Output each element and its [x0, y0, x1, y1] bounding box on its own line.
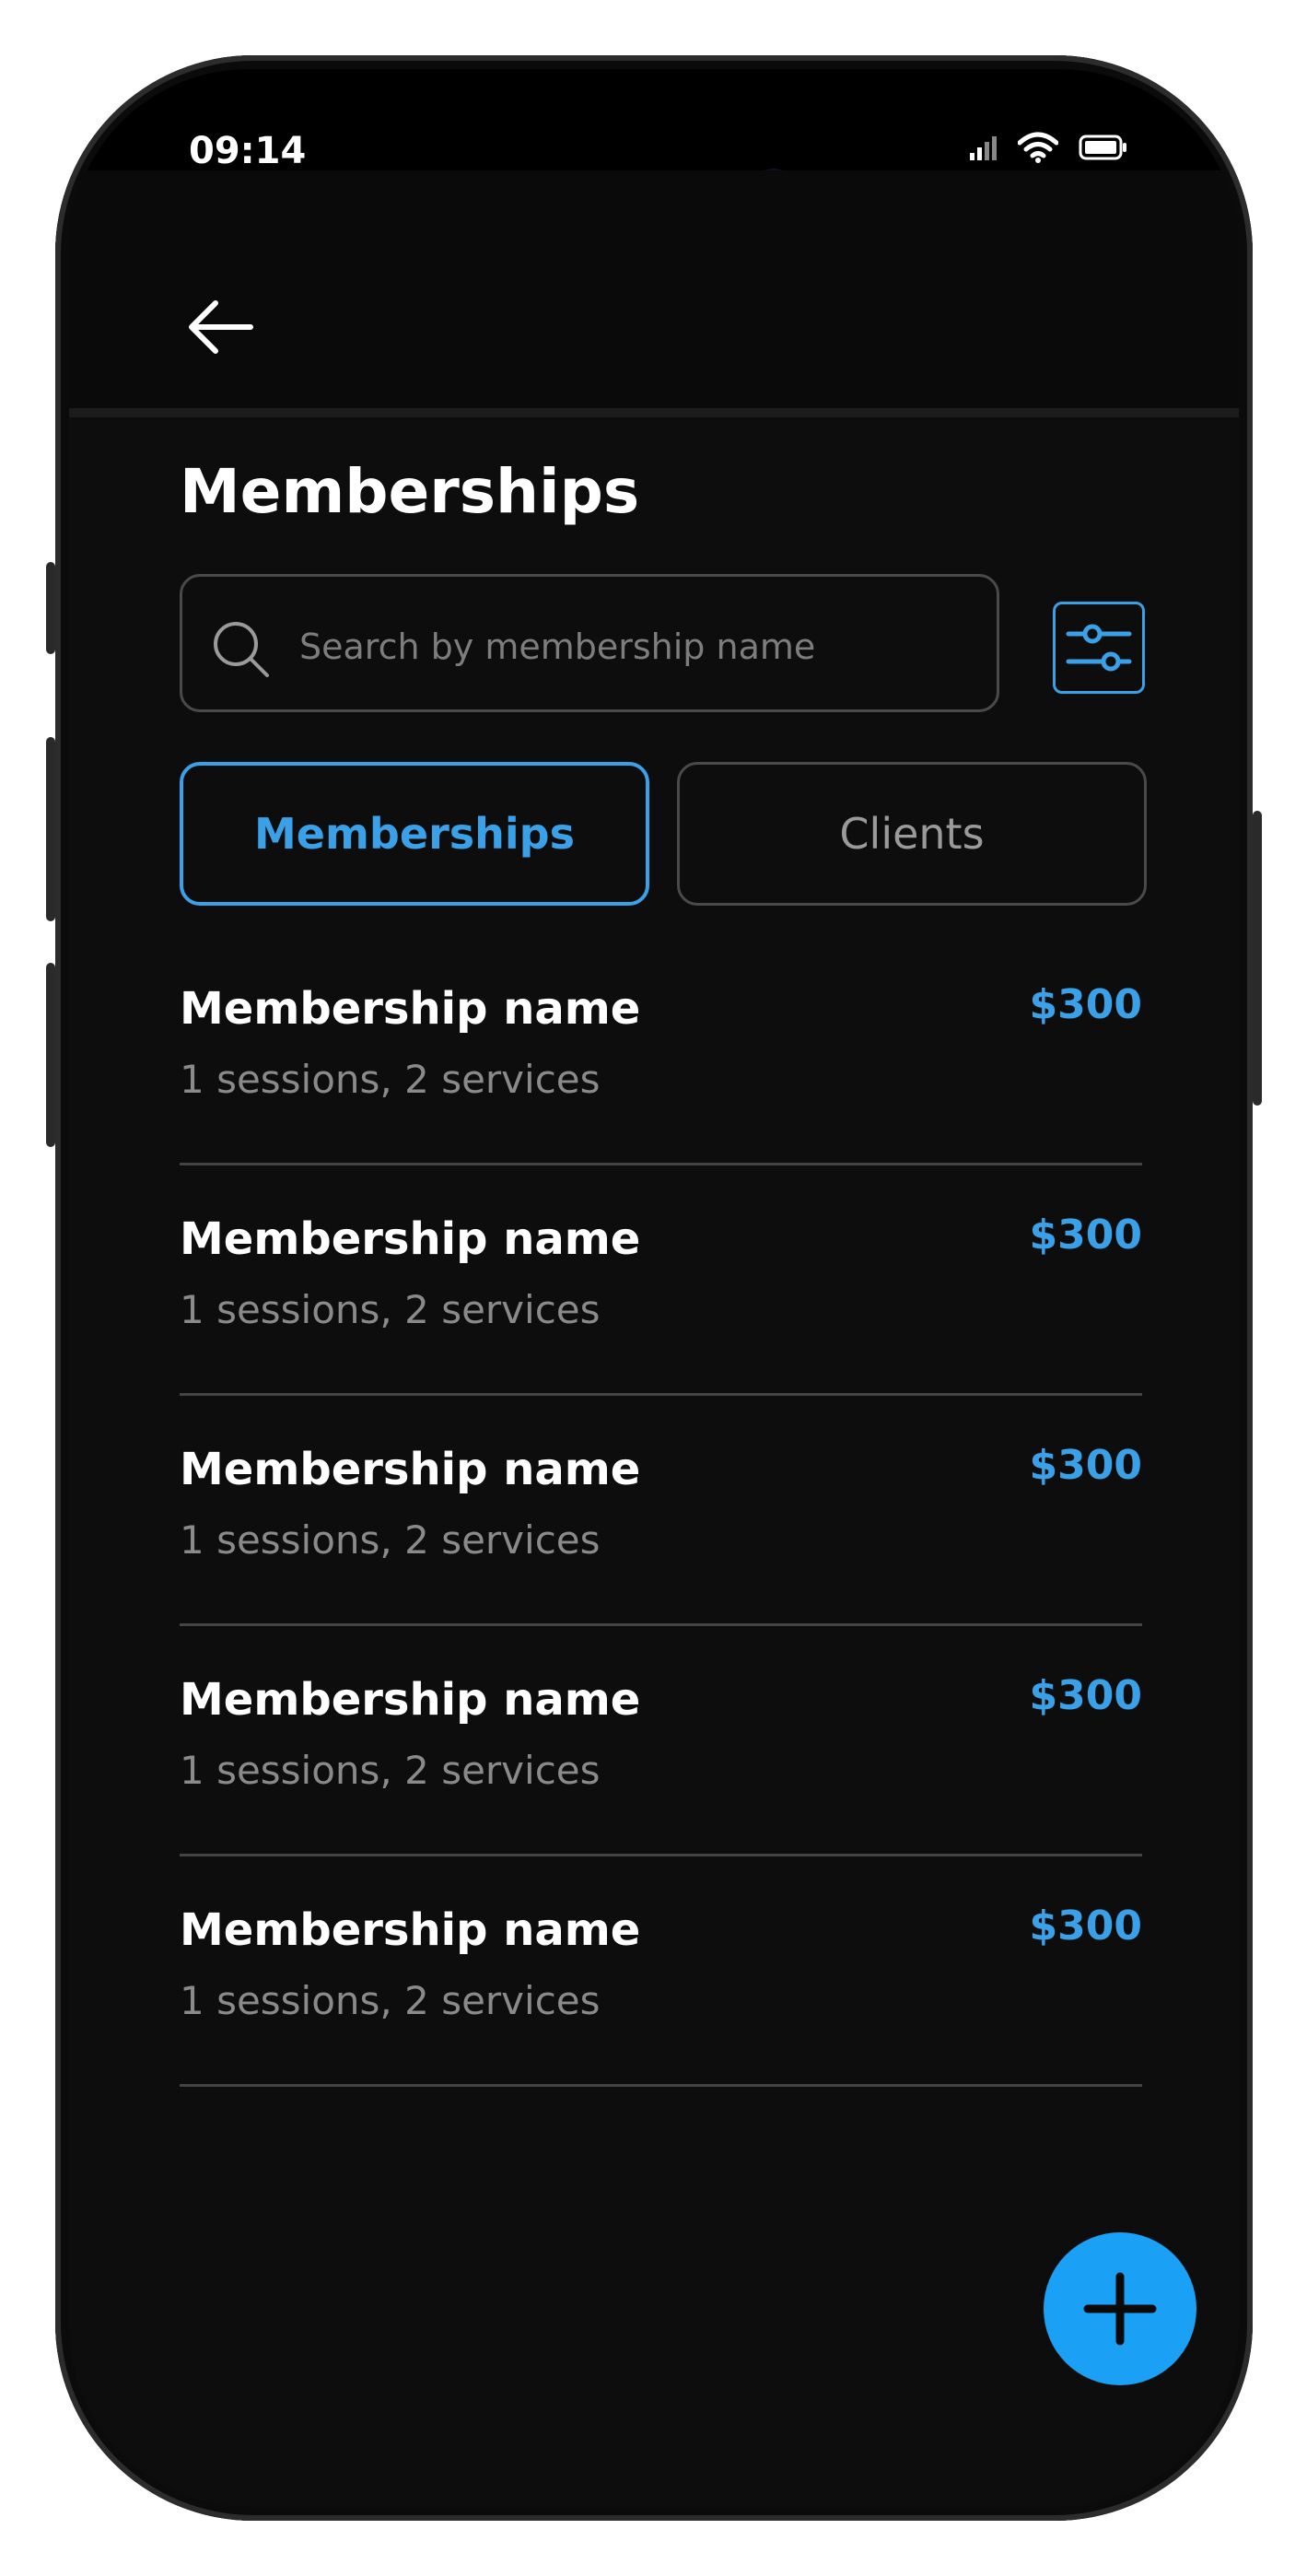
plus-icon	[1083, 2272, 1157, 2346]
membership-name: Membership name	[180, 1904, 641, 1956]
arrow-left-icon[interactable]	[184, 290, 258, 364]
tab-memberships[interactable]: Memberships	[180, 762, 649, 906]
membership-name: Membership name	[180, 1444, 641, 1495]
status-time: 09:14	[189, 130, 307, 172]
tab-memberships-label: Memberships	[254, 809, 575, 859]
action-button	[46, 562, 55, 654]
list-item[interactable]: Membership name 1 sessions, 2 services $…	[180, 1626, 1142, 1856]
membership-name: Membership name	[180, 1213, 641, 1265]
membership-name: Membership name	[180, 983, 641, 1035]
membership-list: Membership name 1 sessions, 2 services $…	[180, 935, 1142, 2087]
power-button	[1253, 811, 1262, 1106]
search-box[interactable]	[180, 574, 999, 712]
list-item[interactable]: Membership name 1 sessions, 2 services $…	[180, 1165, 1142, 1396]
membership-details: 1 sessions, 2 services	[180, 1978, 601, 2023]
membership-price: $300	[1029, 1442, 1142, 1489]
search-input[interactable]	[298, 614, 964, 680]
membership-price: $300	[1029, 1672, 1142, 1719]
list-item[interactable]: Membership name 1 sessions, 2 services $…	[180, 1856, 1142, 2087]
volume-up-button	[46, 737, 55, 921]
page-title: Memberships	[180, 456, 640, 527]
top-app-bar	[69, 170, 1239, 417]
list-item[interactable]: Membership name 1 sessions, 2 services $…	[180, 935, 1142, 1165]
membership-details: 1 sessions, 2 services	[180, 1287, 601, 1332]
membership-name: Membership name	[180, 1674, 641, 1726]
wifi-icon	[1018, 132, 1058, 163]
filter-button[interactable]	[1053, 602, 1145, 694]
membership-price: $300	[1029, 1903, 1142, 1950]
membership-details: 1 sessions, 2 services	[180, 1057, 601, 1102]
screen: 09:14 Memberships Search by membership n…	[69, 69, 1239, 2507]
membership-price: $300	[1029, 1212, 1142, 1259]
battery-icon	[1079, 135, 1126, 160]
add-membership-button[interactable]	[1044, 2232, 1196, 2385]
signal-icon	[970, 136, 997, 160]
membership-details: 1 sessions, 2 services	[180, 1517, 601, 1563]
tab-clients[interactable]: Clients	[677, 762, 1147, 906]
status-icons	[970, 132, 1128, 163]
tab-clients-label: Clients	[839, 809, 985, 859]
list-item[interactable]: Membership name 1 sessions, 2 services $…	[180, 1396, 1142, 1626]
volume-down-button	[46, 963, 55, 1147]
search-icon	[214, 622, 269, 677]
sliders-icon	[1066, 624, 1132, 672]
membership-details: 1 sessions, 2 services	[180, 1748, 601, 1793]
membership-price: $300	[1029, 981, 1142, 1028]
